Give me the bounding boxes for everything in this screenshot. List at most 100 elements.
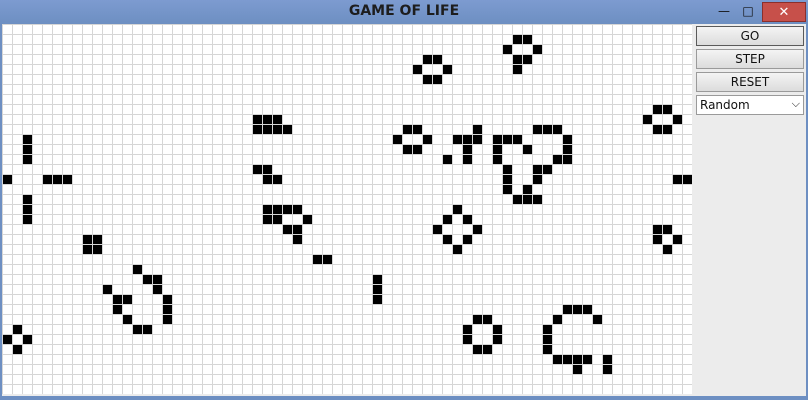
live-cell[interactable]: [283, 205, 292, 214]
live-cell[interactable]: [423, 135, 432, 144]
live-cell[interactable]: [283, 125, 292, 134]
live-cell[interactable]: [553, 355, 562, 364]
live-cell[interactable]: [553, 315, 562, 324]
live-cell[interactable]: [533, 165, 542, 174]
live-cell[interactable]: [273, 205, 282, 214]
live-cell[interactable]: [573, 355, 582, 364]
live-cell[interactable]: [503, 185, 512, 194]
live-cell[interactable]: [263, 215, 272, 224]
live-cell[interactable]: [393, 135, 402, 144]
live-cell[interactable]: [273, 175, 282, 184]
live-cell[interactable]: [573, 305, 582, 314]
live-cell[interactable]: [323, 255, 332, 264]
live-cell[interactable]: [263, 175, 272, 184]
live-cell[interactable]: [253, 115, 262, 124]
live-cell[interactable]: [523, 195, 532, 204]
live-cell[interactable]: [463, 155, 472, 164]
live-cell[interactable]: [513, 195, 522, 204]
live-cell[interactable]: [513, 65, 522, 74]
live-cell[interactable]: [293, 205, 302, 214]
live-cell[interactable]: [253, 125, 262, 134]
live-cell[interactable]: [663, 225, 672, 234]
live-cell[interactable]: [423, 55, 432, 64]
live-cell[interactable]: [93, 235, 102, 244]
live-cell[interactable]: [513, 135, 522, 144]
live-cell[interactable]: [433, 55, 442, 64]
live-cell[interactable]: [473, 125, 482, 134]
live-cell[interactable]: [433, 75, 442, 84]
maximize-icon[interactable]: □: [737, 2, 759, 20]
live-cell[interactable]: [263, 205, 272, 214]
live-cell[interactable]: [523, 35, 532, 44]
live-cell[interactable]: [503, 165, 512, 174]
live-cell[interactable]: [583, 355, 592, 364]
live-cell[interactable]: [563, 135, 572, 144]
live-cell[interactable]: [433, 225, 442, 234]
live-cell[interactable]: [133, 325, 142, 334]
live-cell[interactable]: [543, 345, 552, 354]
live-cell[interactable]: [483, 315, 492, 324]
live-cell[interactable]: [563, 305, 572, 314]
live-cell[interactable]: [653, 225, 662, 234]
live-cell[interactable]: [23, 205, 32, 214]
live-cell[interactable]: [463, 145, 472, 154]
live-cell[interactable]: [293, 225, 302, 234]
minimize-icon[interactable]: —: [713, 2, 735, 20]
life-grid[interactable]: [2, 24, 692, 394]
live-cell[interactable]: [413, 65, 422, 74]
live-cell[interactable]: [483, 345, 492, 354]
live-cell[interactable]: [253, 165, 262, 174]
live-cell[interactable]: [453, 245, 462, 254]
live-cell[interactable]: [413, 145, 422, 154]
live-cell[interactable]: [53, 175, 62, 184]
live-cell[interactable]: [423, 75, 432, 84]
live-cell[interactable]: [543, 335, 552, 344]
live-cell[interactable]: [403, 125, 412, 134]
live-cell[interactable]: [503, 135, 512, 144]
live-cell[interactable]: [673, 235, 682, 244]
live-cell[interactable]: [163, 295, 172, 304]
live-cell[interactable]: [553, 155, 562, 164]
live-cell[interactable]: [533, 125, 542, 134]
live-cell[interactable]: [473, 345, 482, 354]
live-cell[interactable]: [453, 135, 462, 144]
live-cell[interactable]: [263, 165, 272, 174]
live-cell[interactable]: [113, 305, 122, 314]
live-cell[interactable]: [533, 195, 542, 204]
chevron-down-icon[interactable]: ⌵: [792, 97, 800, 111]
live-cell[interactable]: [473, 135, 482, 144]
live-cell[interactable]: [463, 325, 472, 334]
live-cell[interactable]: [123, 295, 132, 304]
step-button[interactable]: STEP: [696, 49, 804, 69]
live-cell[interactable]: [93, 245, 102, 254]
live-cell[interactable]: [583, 305, 592, 314]
live-cell[interactable]: [673, 115, 682, 124]
live-cell[interactable]: [503, 175, 512, 184]
live-cell[interactable]: [63, 175, 72, 184]
title-bar[interactable]: GAME OF LIFE — □ ✕: [0, 0, 808, 24]
live-cell[interactable]: [263, 115, 272, 124]
live-cell[interactable]: [373, 295, 382, 304]
live-cell[interactable]: [473, 315, 482, 324]
go-button[interactable]: GO: [696, 26, 804, 46]
live-cell[interactable]: [403, 145, 412, 154]
live-cell[interactable]: [83, 245, 92, 254]
pattern-select[interactable]: Random ⌵: [696, 95, 804, 115]
live-cell[interactable]: [653, 125, 662, 134]
live-cell[interactable]: [103, 285, 112, 294]
live-cell[interactable]: [653, 235, 662, 244]
live-cell[interactable]: [13, 325, 22, 334]
live-cell[interactable]: [443, 65, 452, 74]
live-cell[interactable]: [263, 125, 272, 134]
live-cell[interactable]: [293, 235, 302, 244]
live-cell[interactable]: [23, 145, 32, 154]
live-cell[interactable]: [443, 155, 452, 164]
live-cell[interactable]: [373, 285, 382, 294]
live-cell[interactable]: [503, 45, 512, 54]
live-cell[interactable]: [563, 355, 572, 364]
live-cell[interactable]: [543, 125, 552, 134]
reset-button[interactable]: RESET: [696, 72, 804, 92]
live-cell[interactable]: [513, 35, 522, 44]
live-cell[interactable]: [463, 335, 472, 344]
live-cell[interactable]: [683, 175, 692, 184]
